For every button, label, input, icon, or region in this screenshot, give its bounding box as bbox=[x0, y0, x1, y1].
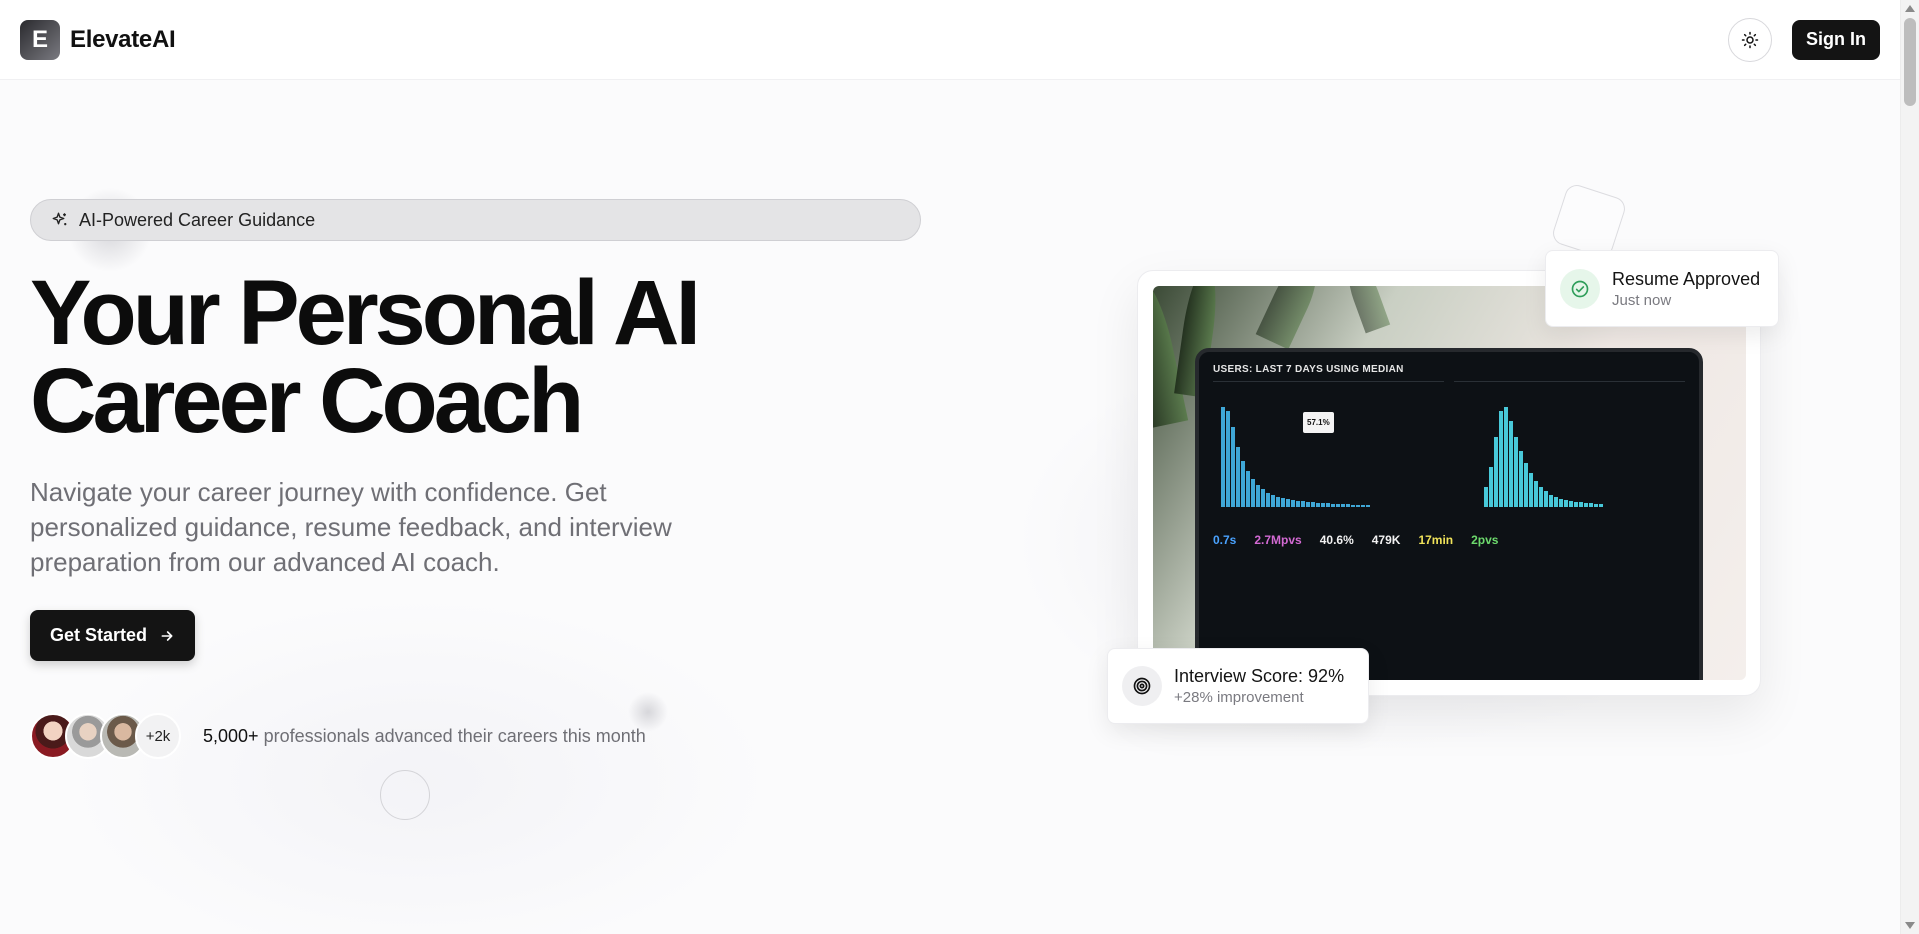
laptop-dashboard: USERS: LAST 7 DAYS USING MEDIAN 57.1% 0.… bbox=[1195, 348, 1703, 680]
plant-leaf bbox=[1255, 286, 1327, 350]
resume-approved-card: Resume Approved Just now bbox=[1545, 250, 1779, 327]
ai-badge: AI-Powered Career Guidance bbox=[30, 199, 921, 241]
dashboard-metric: 17min bbox=[1418, 533, 1454, 547]
dashboard-panel bbox=[1454, 381, 1685, 519]
decorative-circle bbox=[380, 770, 430, 820]
social-proof-text: 5,000+ professionals advanced their care… bbox=[203, 726, 646, 747]
logo-mark: E bbox=[20, 19, 60, 60]
hero-subtext: Navigate your career journey with confid… bbox=[30, 477, 672, 577]
theme-toggle-button[interactable] bbox=[1728, 17, 1772, 62]
dashboard-panel: 57.1% bbox=[1213, 381, 1444, 519]
check-circle-icon bbox=[1560, 268, 1600, 309]
brand-name: ElevateAI bbox=[70, 25, 176, 53]
sign-in-button[interactable]: Sign In bbox=[1792, 19, 1880, 60]
dashboard-metrics: 0.7s 2.7Mpvs 40.6% 479K 17min 2pvs bbox=[1213, 533, 1685, 547]
dashboard-title: USERS: LAST 7 DAYS USING MEDIAN bbox=[1213, 364, 1404, 375]
hero-headline: Your Personal AI Career Coach bbox=[30, 267, 790, 447]
header-actions: Sign In bbox=[1728, 17, 1880, 62]
social-proof-caption: professionals advanced their careers thi… bbox=[258, 725, 646, 746]
resume-card-subtitle: Just now bbox=[1612, 291, 1672, 309]
resume-card-title: Resume Approved bbox=[1612, 268, 1761, 289]
avatar-group: +2k bbox=[30, 713, 181, 759]
social-proof: +2k 5,000+ professionals advanced their … bbox=[30, 713, 921, 759]
headline-line-2: Career Coach bbox=[30, 350, 584, 452]
hero-image-frame: USERS: LAST 7 DAYS USING MEDIAN 57.1% 0.… bbox=[1137, 270, 1761, 696]
scroll-down-arrow-icon[interactable] bbox=[1905, 922, 1915, 929]
target-icon bbox=[1122, 666, 1162, 706]
sun-icon bbox=[1741, 31, 1759, 48]
resume-card-text: Resume Approved Just now bbox=[1612, 269, 1760, 309]
get-started-button[interactable]: Get Started bbox=[30, 610, 196, 661]
avatar-more-count: +2k bbox=[135, 713, 181, 759]
histogram bbox=[1484, 407, 1603, 507]
histogram bbox=[1221, 407, 1370, 507]
arrow-right-icon bbox=[161, 630, 173, 641]
dashboard-metric: 2.7Mpvs bbox=[1254, 533, 1302, 547]
interview-card-text: Interview Score: 92% +28% improvement bbox=[1174, 666, 1344, 706]
social-proof-count: 5,000+ bbox=[203, 725, 259, 746]
interview-score-card: Interview Score: 92% +28% improvement bbox=[1107, 648, 1369, 724]
sparkles-icon bbox=[52, 212, 67, 226]
dashboard-metric: 2pvs bbox=[1471, 533, 1499, 547]
headline-line-1: Your Personal AI bbox=[30, 262, 701, 364]
page-scrollbar[interactable] bbox=[1900, 0, 1919, 934]
scroll-up-arrow-icon[interactable] bbox=[1905, 5, 1915, 12]
get-started-label: Get Started bbox=[50, 625, 148, 645]
top-navbar: E ElevateAI Sign In bbox=[0, 0, 1900, 80]
hero-image: USERS: LAST 7 DAYS USING MEDIAN 57.1% 0.… bbox=[1153, 286, 1746, 680]
interview-card-subtitle: +28% improvement bbox=[1174, 689, 1304, 706]
dashboard-metric: 479K bbox=[1371, 533, 1401, 547]
hero-section: AI-Powered Career Guidance Your Personal… bbox=[30, 199, 921, 759]
ai-badge-label: AI-Powered Career Guidance bbox=[79, 209, 316, 230]
plant-leaf bbox=[1341, 286, 1391, 334]
dashboard-metric: 40.6% bbox=[1319, 533, 1354, 547]
scroll-thumb[interactable] bbox=[1904, 18, 1916, 106]
interview-card-title: Interview Score: 92% bbox=[1174, 666, 1345, 686]
brand[interactable]: E ElevateAI bbox=[20, 19, 176, 60]
dashboard-metric: 0.7s bbox=[1213, 533, 1237, 547]
dashboard-grid: 57.1% bbox=[1213, 381, 1685, 519]
